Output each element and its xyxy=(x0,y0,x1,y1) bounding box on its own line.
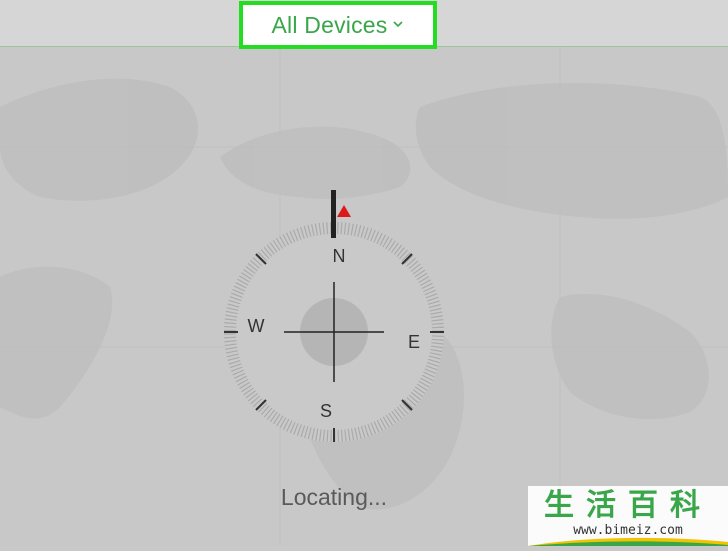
chevron-down-icon xyxy=(393,21,404,28)
north-needle-icon xyxy=(337,205,351,217)
north-indicator-bar xyxy=(331,190,336,238)
compass-west-label: W xyxy=(248,316,265,336)
all-devices-dropdown[interactable]: All Devices xyxy=(239,1,437,49)
compass-south-label: S xyxy=(320,401,332,421)
compass-east-label: E xyxy=(408,332,420,352)
compass-north-label: N xyxy=(333,246,346,266)
watermark-swoosh xyxy=(528,537,728,546)
all-devices-label: All Devices xyxy=(271,11,388,38)
watermark-logo: 生活百科 xyxy=(544,487,712,523)
compass-graphic: N S W E xyxy=(224,190,444,442)
watermark: 生活百科 www.bimeiz.com xyxy=(528,486,728,546)
compass-icon: N S W E xyxy=(200,180,470,460)
